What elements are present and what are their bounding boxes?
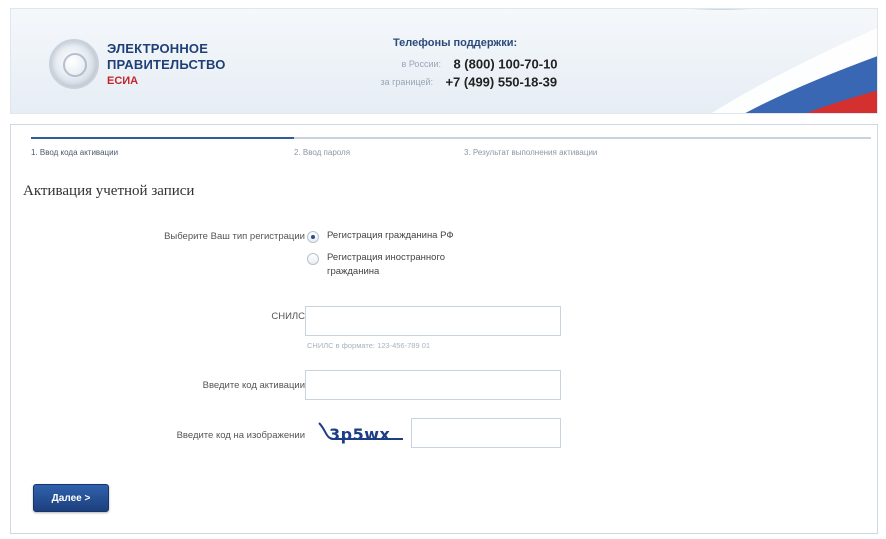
step-result: 3. Результат выполнения активации xyxy=(464,137,871,157)
captcha-input[interactable] xyxy=(411,418,561,448)
activation-code-input[interactable] xyxy=(305,370,561,400)
logo-line-1: ЭЛЕКТРОННОЕ xyxy=(107,41,209,56)
captcha-text: 3p5wx xyxy=(329,425,391,444)
radio-foreigner-line1: Регистрация иностранного xyxy=(327,252,445,263)
site-logo[interactable]: ЭЛЕКТРОННОЕ ПРАВИТЕЛЬСТВО ЕСИА xyxy=(107,41,226,89)
captcha-label: Введите код на изображении xyxy=(176,430,305,441)
phone-label-russia: в России: xyxy=(401,58,441,69)
snils-input[interactable] xyxy=(305,306,561,336)
radio-foreigner-label[interactable]: Регистрация иностранного гражданина xyxy=(327,251,445,279)
site-header: ЭЛЕКТРОННОЕ ПРАВИТЕЛЬСТВО ЕСИА Телефоны … xyxy=(10,8,878,114)
snils-label: СНИЛС xyxy=(271,311,305,322)
radio-citizen[interactable] xyxy=(307,231,319,243)
activation-panel: 1. Ввод кода активации 2. Ввод пароля 3.… xyxy=(10,124,878,534)
phone-row-abroad: за границей: +7 (499) 550-18-39 xyxy=(343,73,557,91)
logo-line-2: ПРАВИТЕЛЬСТВО xyxy=(107,57,226,72)
captcha-image: 3p5wx xyxy=(315,417,411,451)
flag-decoration xyxy=(692,9,877,113)
phone-row-russia: в России: 8 (800) 100-70-10 xyxy=(351,55,558,73)
step-password: 2. Ввод пароля xyxy=(294,137,464,157)
registration-type-label: Выберите Ваш тип регистрации xyxy=(164,231,305,242)
radio-citizen-label[interactable]: Регистрация гражданина РФ xyxy=(327,229,454,243)
phone-label-abroad: за границей: xyxy=(380,76,433,87)
next-button[interactable]: Далее > xyxy=(33,484,109,512)
phone-number-abroad: +7 (499) 550-18-39 xyxy=(445,74,558,90)
gov-emblem-icon xyxy=(49,39,99,89)
progress-steps: 1. Ввод кода активации 2. Ввод пароля 3.… xyxy=(31,137,871,157)
phone-number-russia: 8 (800) 100-70-10 xyxy=(453,56,558,72)
activation-code-label: Введите код активации xyxy=(202,380,305,391)
step-activation-code: 1. Ввод кода активации xyxy=(31,137,294,157)
logo-subtitle: ЕСИА xyxy=(107,75,139,87)
support-title: Телефоны поддержки: xyxy=(393,37,518,49)
page-title: Активация учетной записи xyxy=(23,183,195,199)
radio-foreigner-line2: гражданина xyxy=(327,266,380,277)
radio-foreigner[interactable] xyxy=(307,253,319,265)
snils-hint: СНИЛС в формате: 123-456-789 01 xyxy=(307,341,431,350)
